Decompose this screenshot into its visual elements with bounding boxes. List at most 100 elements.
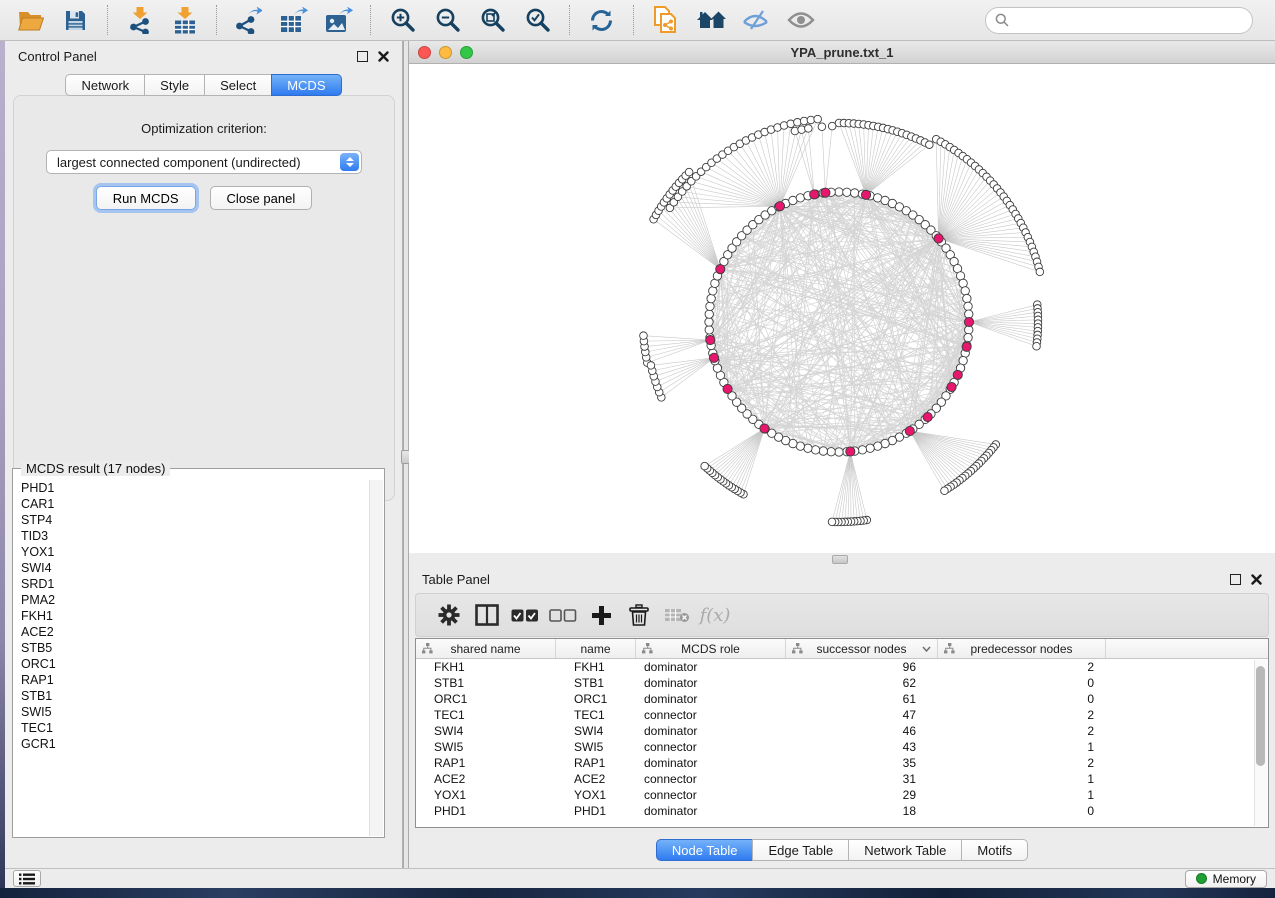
column-header-mcds-role[interactable]: MCDS role (636, 639, 786, 658)
import-network-button[interactable] (119, 3, 160, 37)
close-panel-icon[interactable] (1251, 574, 1262, 585)
mcds-result-list[interactable]: PHD1CAR1STP4TID3YOX1SWI4SRD1PMA2FKH1ACE2… (14, 480, 369, 836)
apply-layout-button[interactable] (581, 3, 622, 37)
zoom-fit-button[interactable] (472, 3, 513, 37)
mcds-result-item[interactable]: FKH1 (21, 608, 369, 624)
close-panel-button[interactable]: Close panel (210, 186, 313, 210)
column-header-predecessor-nodes[interactable]: predecessor nodes (938, 639, 1106, 658)
table-row[interactable]: SWI4SWI4dominator462 (416, 723, 1268, 739)
select-first-neighbors-button[interactable] (690, 3, 731, 37)
select-all-columns-button[interactable] (506, 598, 544, 632)
search-input[interactable] (1015, 13, 1243, 28)
mcds-result-item[interactable]: YOX1 (21, 544, 369, 560)
mcds-result-item[interactable]: GCR1 (21, 736, 369, 752)
mcds-result-item[interactable]: SWI4 (21, 560, 369, 576)
mcds-result-item[interactable]: TEC1 (21, 720, 369, 736)
open-file-button[interactable] (10, 3, 51, 37)
mcds-result-item[interactable]: TID3 (21, 528, 369, 544)
export-image-button[interactable] (318, 3, 359, 37)
task-history-button[interactable] (13, 870, 41, 887)
table-scrollbar[interactable] (1254, 660, 1267, 826)
mcds-result-item[interactable]: PHD1 (21, 480, 369, 496)
save-session-button[interactable] (55, 3, 96, 37)
run-mcds-button[interactable]: Run MCDS (96, 186, 196, 210)
table-cell: connector (636, 787, 786, 803)
duplicate-network-button[interactable] (645, 3, 686, 37)
mcds-result-item[interactable]: STP4 (21, 512, 369, 528)
export-table-icon (280, 7, 308, 34)
memory-status-icon (1196, 873, 1207, 884)
table-cell: ORC1 (416, 691, 556, 707)
table-row[interactable]: YOX1YOX1connector291 (416, 787, 1268, 803)
table-cell: FKH1 (416, 659, 556, 675)
mcds-result-item[interactable]: STB5 (21, 640, 369, 656)
table-row[interactable]: SWI5SWI5connector431 (416, 739, 1268, 755)
table-settings-button[interactable] (430, 598, 468, 632)
node-table-body: FKH1FKH1dominator962STB1STB1dominator620… (416, 659, 1268, 827)
tab-edge-table[interactable]: Edge Table (752, 839, 849, 861)
column-header-name[interactable]: name (556, 639, 636, 658)
control-panel-tab-bar: Network Style Select MCDS (5, 74, 402, 96)
hide-selected-button[interactable] (735, 3, 776, 37)
table-tab-bar: Node Table Edge Table Network Table Moti… (409, 839, 1275, 861)
table-scrollbar-thumb[interactable] (1256, 666, 1265, 766)
close-panel-icon[interactable] (378, 51, 389, 62)
mcds-result-item[interactable]: ORC1 (21, 656, 369, 672)
column-header-shared-name[interactable]: shared name (416, 639, 556, 658)
table-row[interactable]: STB1STB1dominator620 (416, 675, 1268, 691)
zoom-out-icon (435, 7, 461, 33)
zoom-out-button[interactable] (427, 3, 468, 37)
tab-node-table[interactable]: Node Table (656, 839, 754, 861)
export-network-button[interactable] (228, 3, 269, 37)
tab-network-table[interactable]: Network Table (848, 839, 962, 861)
show-columns-button[interactable] (468, 598, 506, 632)
float-panel-icon[interactable] (1230, 574, 1241, 585)
mcds-result-item[interactable]: SWI5 (21, 704, 369, 720)
window-zoom-icon[interactable] (460, 46, 473, 59)
mcds-result-item[interactable]: SRD1 (21, 576, 369, 592)
tab-motifs[interactable]: Motifs (961, 839, 1028, 861)
window-minimize-icon[interactable] (439, 46, 452, 59)
table-row[interactable]: FKH1FKH1dominator962 (416, 659, 1268, 675)
table-row[interactable]: RAP1RAP1dominator352 (416, 755, 1268, 771)
horizontal-splitter[interactable] (409, 553, 1275, 566)
optimization-criterion-select[interactable]: largest connected component (undirected) (46, 150, 362, 174)
memory-button[interactable]: Memory (1185, 870, 1267, 888)
create-column-button[interactable] (582, 598, 620, 632)
table-row[interactable]: PHD1PHD1dominator180 (416, 803, 1268, 819)
mcds-result-item[interactable]: STB1 (21, 688, 369, 704)
delete-column-button[interactable] (620, 598, 658, 632)
splitter-handle[interactable] (832, 555, 848, 564)
table-row[interactable]: ORC1ORC1dominator610 (416, 691, 1268, 707)
tab-select[interactable]: Select (204, 74, 272, 96)
tab-mcds[interactable]: MCDS (271, 74, 341, 96)
table-row[interactable]: TEC1TEC1connector472 (416, 707, 1268, 723)
column-label: shared name (450, 642, 520, 656)
show-all-button[interactable] (780, 3, 821, 37)
tab-network[interactable]: Network (65, 74, 145, 96)
export-table-button[interactable] (273, 3, 314, 37)
table-cell: dominator (636, 675, 786, 691)
eye-slash-icon (742, 9, 770, 31)
column-header-successor-nodes[interactable]: successor nodes (786, 639, 938, 658)
mcds-result-item[interactable]: RAP1 (21, 672, 369, 688)
window-close-icon[interactable] (418, 46, 431, 59)
mcds-result-item[interactable]: PMA2 (21, 592, 369, 608)
node-table: shared name name MCDS role successor nod… (415, 638, 1269, 828)
mcds-result-item[interactable]: ACE2 (21, 624, 369, 640)
import-table-icon (173, 7, 197, 34)
table-row[interactable]: ACE2ACE2connector311 (416, 771, 1268, 787)
float-panel-icon[interactable] (357, 51, 368, 62)
mcds-result-scrollbar[interactable] (369, 480, 383, 836)
zoom-in-button[interactable] (382, 3, 423, 37)
zoom-selected-button[interactable] (517, 3, 558, 37)
optimization-criterion-label: Optimization criterion: (14, 121, 394, 136)
network-canvas[interactable] (409, 64, 1275, 553)
mcds-result-item[interactable]: CAR1 (21, 496, 369, 512)
selected-criterion: largest connected component (undirected) (57, 155, 301, 170)
table-cell: 62 (786, 675, 938, 691)
import-table-button[interactable] (164, 3, 205, 37)
tab-style[interactable]: Style (144, 74, 205, 96)
unselect-all-columns-button[interactable] (544, 598, 582, 632)
table-cell: SWI4 (416, 723, 556, 739)
